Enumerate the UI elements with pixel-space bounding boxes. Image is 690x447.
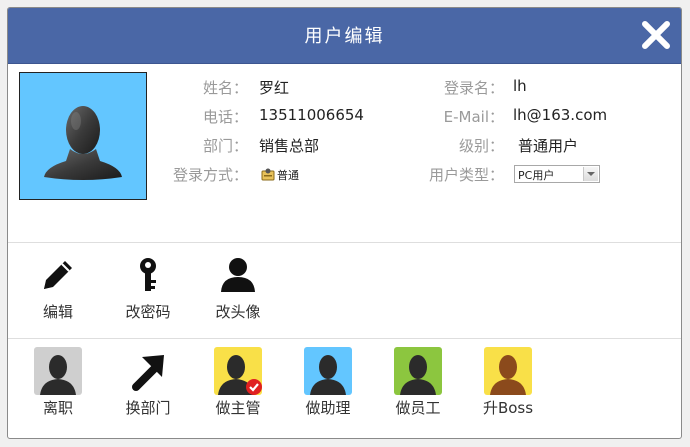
promote-boss-button[interactable]: 升Boss (473, 347, 543, 418)
user-type-value: PC用户 (518, 169, 555, 182)
level-value: 普通用户 (518, 137, 579, 155)
change-department-label: 换部门 (125, 399, 171, 417)
email-label: E-Mail： (443, 108, 504, 126)
assistant-user-icon (304, 347, 352, 395)
resign-button[interactable]: 离职 (23, 347, 93, 418)
change-avatar-label: 改头像 (215, 303, 261, 321)
user-type-label: 用户类型： (428, 166, 504, 184)
make-assistant-button[interactable]: 做助理 (293, 347, 363, 418)
phone-value: 13511006654 (259, 106, 364, 124)
name-label: 姓名： (202, 79, 248, 97)
department-label: 部门： (202, 137, 248, 155)
user-edit-dialog: 用户编辑 姓名： 罗红 电话： 13511006654 部门： 销售总部 登录方… (7, 7, 682, 439)
avatar (19, 72, 147, 200)
divider (8, 242, 681, 243)
login-method-label: 登录方式： (172, 166, 248, 184)
name-value: 罗红 (259, 79, 290, 97)
make-supervisor-label: 做主管 (215, 399, 261, 417)
phone-label: 电话： (202, 108, 248, 126)
pencil-icon (44, 261, 72, 289)
make-employee-button[interactable]: 做员工 (383, 347, 453, 418)
change-department-button[interactable]: 换部门 (113, 347, 183, 418)
divider (8, 338, 681, 339)
key-icon (140, 258, 156, 291)
supervisor-user-icon (214, 347, 262, 395)
make-assistant-label: 做助理 (305, 399, 351, 417)
resign-user-icon (34, 347, 82, 395)
dialog-titlebar: 用户编辑 (8, 8, 681, 64)
promote-boss-label: 升Boss (482, 399, 534, 417)
chevron-down-icon[interactable] (583, 167, 598, 181)
user-icon (221, 258, 255, 292)
change-avatar-button[interactable]: 改头像 (203, 253, 273, 322)
login-method-value: 普通 (261, 165, 299, 183)
employee-user-icon (394, 347, 442, 395)
department-value: 销售总部 (259, 137, 320, 155)
login-name-value: lh (513, 77, 527, 95)
change-password-button[interactable]: 改密码 (113, 253, 183, 322)
login-method-text: 普通 (277, 169, 299, 182)
level-label: 级别： (458, 137, 504, 155)
dialog-title: 用户编辑 (304, 26, 385, 47)
close-icon[interactable] (641, 20, 671, 50)
user-silhouette-icon (44, 106, 122, 180)
edit-button[interactable]: 编辑 (23, 253, 93, 322)
make-supervisor-button[interactable]: 做主管 (203, 347, 273, 418)
login-name-label: 登录名： (443, 79, 504, 97)
arrow-up-right-icon (124, 347, 172, 395)
email-value: lh@163.com (513, 106, 608, 124)
user-type-select[interactable]: PC用户 (514, 165, 600, 183)
make-employee-label: 做员工 (395, 399, 441, 417)
user-card-icon (261, 168, 275, 181)
change-password-label: 改密码 (125, 303, 171, 321)
resign-label: 离职 (42, 399, 73, 417)
edit-label: 编辑 (42, 303, 73, 321)
boss-user-icon (484, 347, 532, 395)
